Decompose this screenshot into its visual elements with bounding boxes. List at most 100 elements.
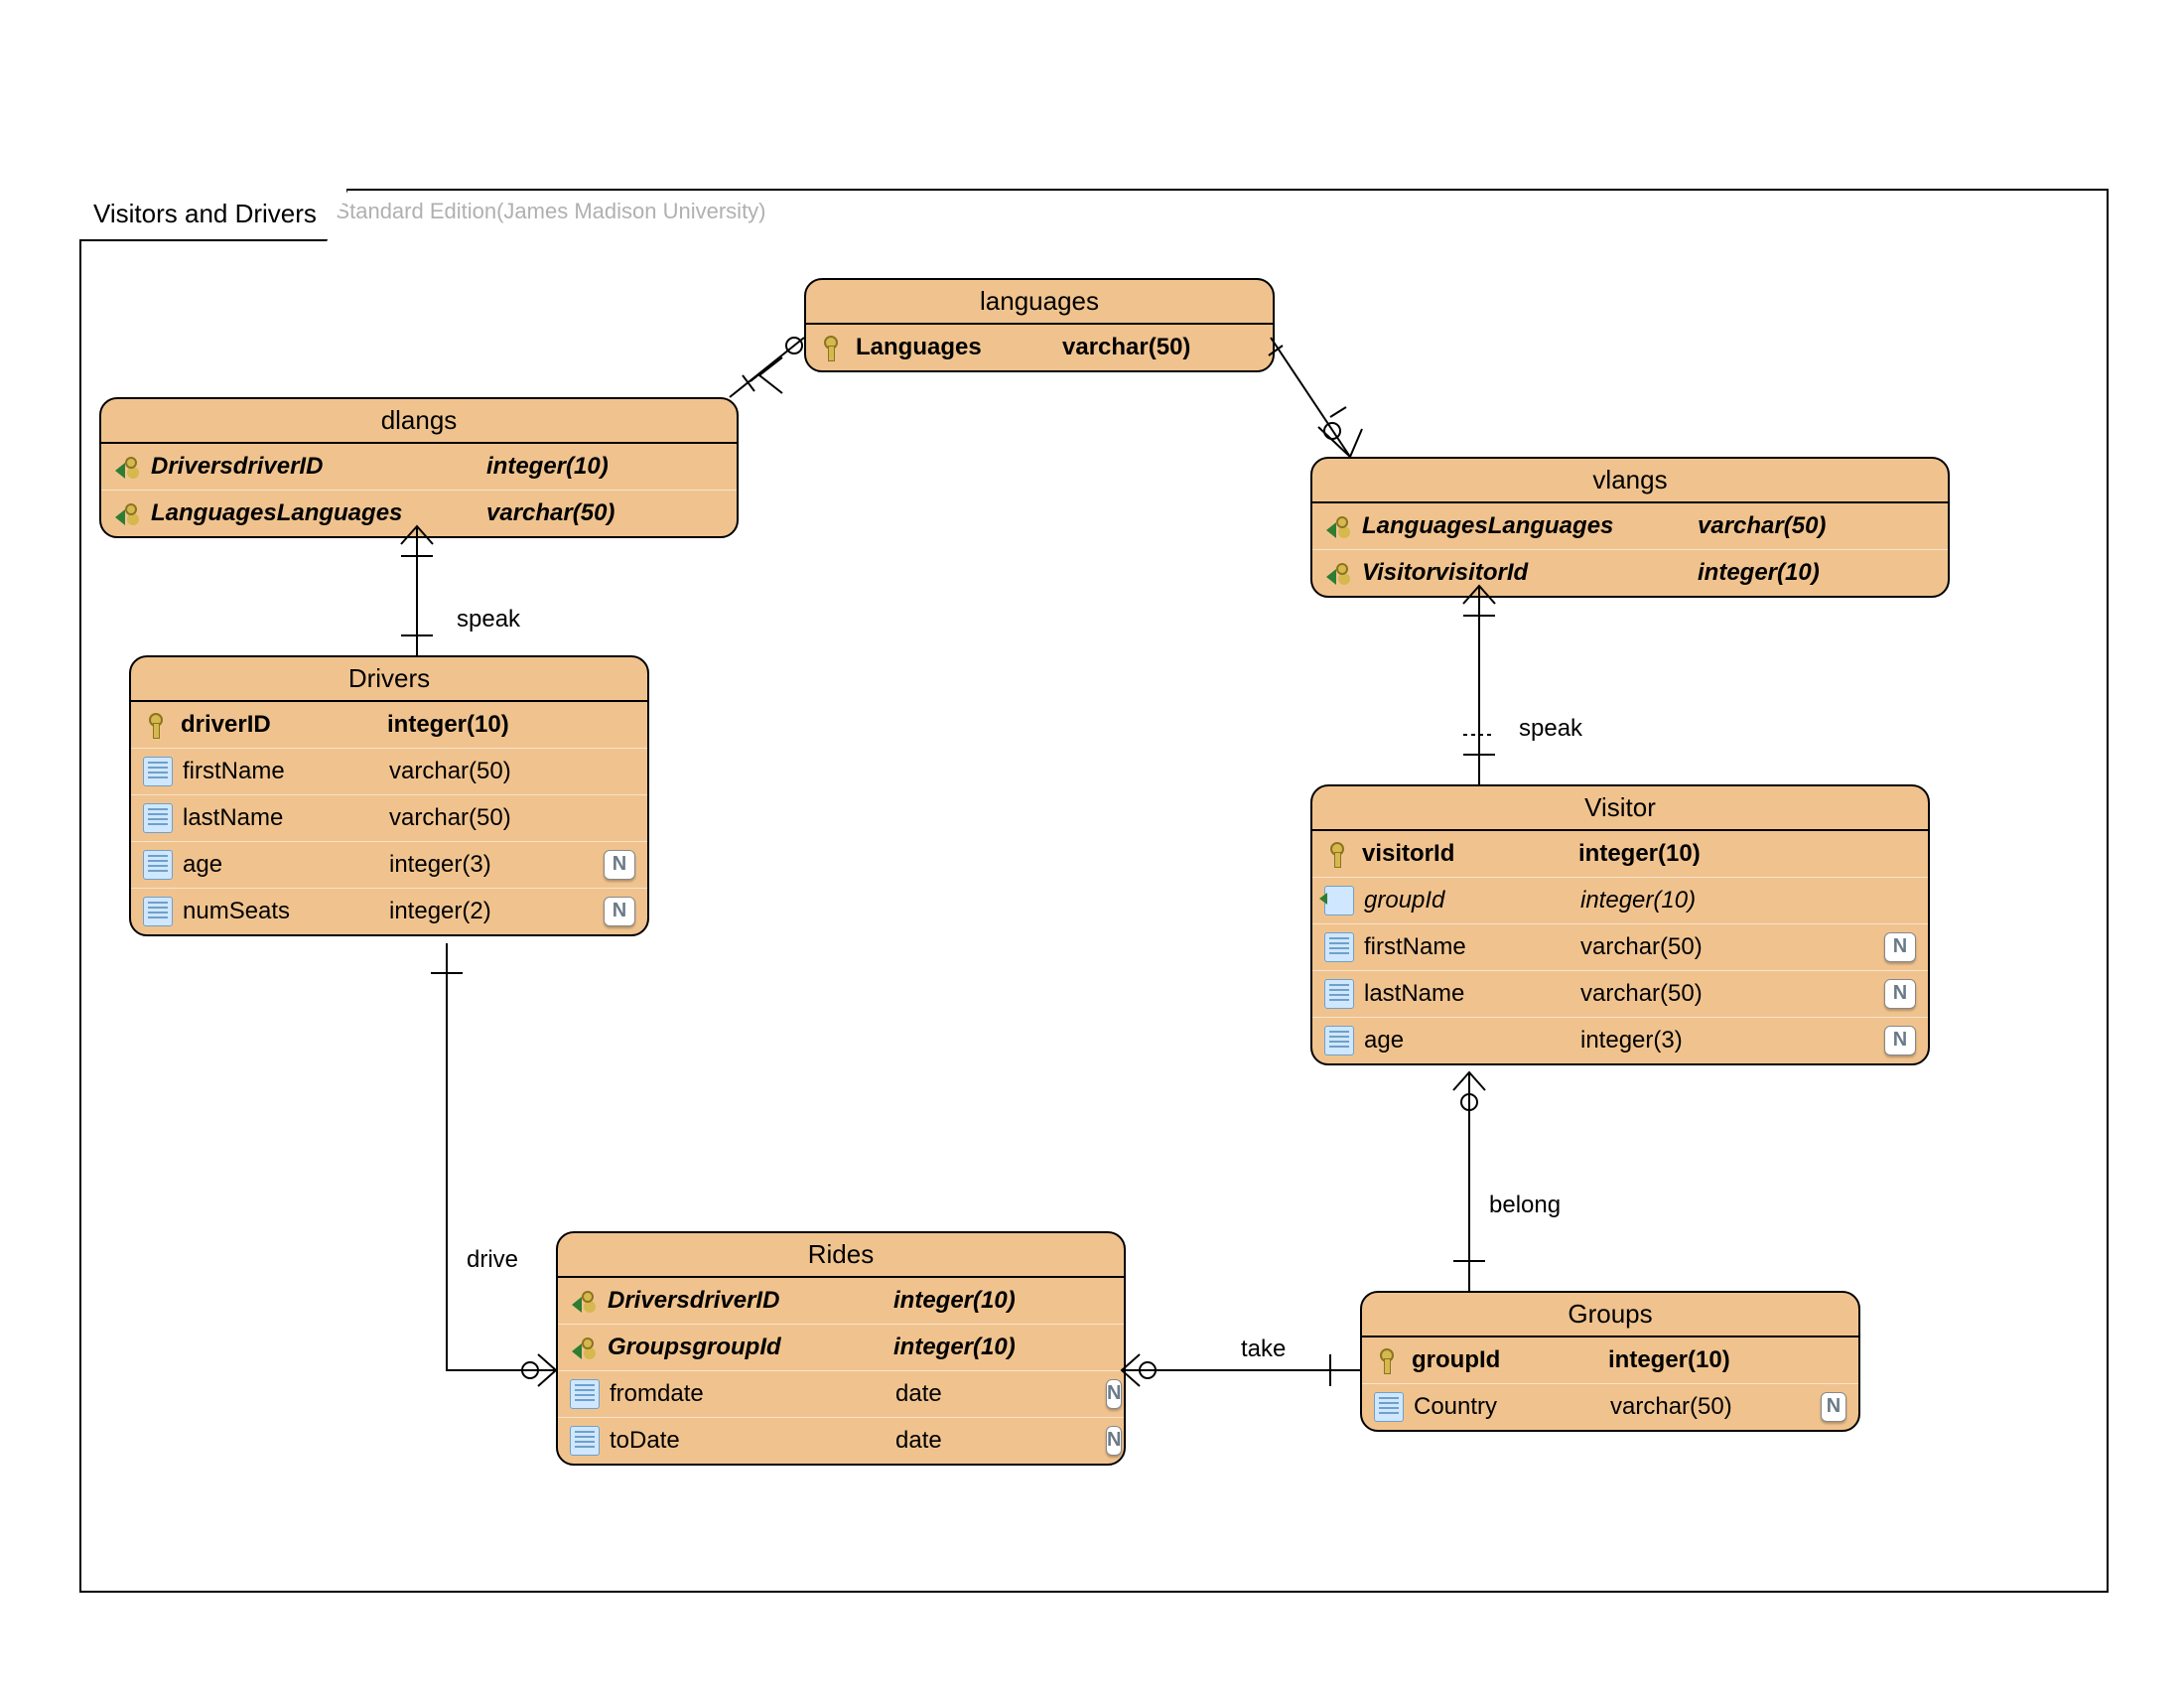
- column-type: integer(10): [387, 711, 598, 739]
- column-type: varchar(50): [1580, 933, 1811, 961]
- column-type: varchar(50): [389, 758, 600, 785]
- column-type: integer(10): [893, 1287, 1104, 1315]
- entity-vlangs[interactable]: vlangs LanguagesLanguagesvarchar(50)Visi…: [1310, 457, 1950, 598]
- rel-label-speak: speak: [457, 606, 520, 633]
- rel-label-belong: belong: [1489, 1192, 1561, 1219]
- column-row[interactable]: ageinteger(3)N: [131, 842, 647, 889]
- column-row[interactable]: Languagesvarchar(50): [806, 325, 1273, 370]
- rel-label-drive: drive: [467, 1246, 518, 1274]
- column-icon: [1324, 979, 1354, 1009]
- column-type: varchar(50): [1580, 980, 1811, 1008]
- column-name: Languages: [856, 334, 1062, 361]
- frame-title: Visitors and Drivers: [79, 189, 348, 241]
- column-type: varchar(50): [486, 499, 697, 527]
- entity-title: Drivers: [131, 657, 647, 702]
- entity-drivers[interactable]: Drivers driverIDinteger(10)firstNamevarc…: [129, 655, 649, 936]
- column-row[interactable]: ageinteger(3)N: [1312, 1018, 1928, 1063]
- column-row[interactable]: Countryvarchar(50)N: [1362, 1384, 1858, 1430]
- rel-label-take: take: [1241, 1336, 1286, 1363]
- foreign-key-icon: [113, 499, 141, 527]
- primary-key-icon: [143, 711, 171, 739]
- column-row[interactable]: visitorIdinteger(10): [1312, 831, 1928, 878]
- entity-title: languages: [806, 280, 1273, 325]
- column-type: varchar(50): [1610, 1393, 1821, 1421]
- column-icon: [143, 850, 173, 880]
- column-name: groupId: [1364, 887, 1580, 914]
- entity-groups[interactable]: Groups groupIdinteger(10)Countryvarchar(…: [1360, 1291, 1860, 1432]
- nullable-badge: N: [1106, 1379, 1122, 1409]
- entity-languages[interactable]: languages Languagesvarchar(50): [804, 278, 1275, 372]
- column-icon: [143, 897, 173, 926]
- column-row[interactable]: groupIdinteger(10): [1362, 1337, 1858, 1384]
- column-type: integer(3): [1580, 1027, 1811, 1055]
- nullable-badge: N: [1884, 979, 1916, 1009]
- column-type: integer(10): [1578, 840, 1809, 868]
- column-name: GroupsgroupId: [608, 1334, 893, 1361]
- column-type: date: [895, 1427, 1106, 1455]
- column-row[interactable]: toDatedateN: [558, 1418, 1124, 1464]
- column-icon: [1324, 932, 1354, 962]
- column-type: date: [895, 1380, 1106, 1408]
- entity-title: dlangs: [101, 399, 737, 444]
- column-type: varchar(50): [1062, 334, 1273, 361]
- column-name: lastName: [183, 804, 389, 832]
- column-name: age: [1364, 1027, 1580, 1055]
- foreign-key-icon: [570, 1287, 598, 1315]
- column-row[interactable]: firstNamevarchar(50) N: [1312, 924, 1928, 971]
- column-name: Country: [1414, 1393, 1610, 1421]
- column-type: integer(2): [389, 898, 600, 925]
- nullable-badge: N: [604, 897, 635, 926]
- column-row[interactable]: driverIDinteger(10): [131, 702, 647, 749]
- column-row[interactable]: DriversdriverIDinteger(10): [558, 1278, 1124, 1325]
- column-row[interactable]: lastNamevarchar(50): [131, 795, 647, 842]
- nullable-badge: N: [1884, 932, 1916, 962]
- primary-key-icon: [818, 334, 846, 361]
- rel-label-speak: speak: [1519, 715, 1582, 743]
- column-name: LanguagesLanguages: [151, 499, 486, 527]
- primary-key-icon: [1324, 840, 1352, 868]
- column-row[interactable]: VisitorvisitorIdinteger(10): [1312, 550, 1948, 596]
- column-type: integer(10): [1608, 1346, 1819, 1374]
- column-row[interactable]: numSeatsinteger(2)N: [131, 889, 647, 934]
- primary-key-icon: [1374, 1346, 1402, 1374]
- nullable-badge: N: [1106, 1426, 1122, 1456]
- entity-visitor[interactable]: Visitor visitorIdinteger(10)groupIdinteg…: [1310, 784, 1930, 1065]
- entity-title: vlangs: [1312, 459, 1948, 503]
- column-icon: [143, 803, 173, 833]
- entity-dlangs[interactable]: dlangs DriversdriverIDinteger(10)Languag…: [99, 397, 739, 538]
- nullable-badge: N: [604, 850, 635, 880]
- column-name: numSeats: [183, 898, 389, 925]
- column-name: age: [183, 851, 389, 879]
- column-icon: [570, 1379, 600, 1409]
- column-row[interactable]: groupIdinteger(10): [1312, 878, 1928, 924]
- column-name: DriversdriverID: [608, 1287, 893, 1315]
- foreign-key-icon: [113, 453, 141, 481]
- column-row[interactable]: GroupsgroupIdinteger(10): [558, 1325, 1124, 1371]
- column-row[interactable]: LanguagesLanguagesvarchar(50): [1312, 503, 1948, 550]
- column-name: groupId: [1412, 1346, 1608, 1374]
- column-row[interactable]: DriversdriverIDinteger(10): [101, 444, 737, 491]
- column-row[interactable]: lastNamevarchar(50)N: [1312, 971, 1928, 1018]
- column-name: firstName: [183, 758, 389, 785]
- nullable-badge: N: [1821, 1392, 1846, 1422]
- column-type: varchar(50): [389, 804, 600, 832]
- column-icon: [1374, 1392, 1404, 1422]
- entity-title: Visitor: [1312, 786, 1928, 831]
- column-type: integer(10): [486, 453, 697, 481]
- column-name: visitorId: [1362, 840, 1578, 868]
- foreign-key-icon: [1324, 559, 1352, 587]
- column-name: toDate: [610, 1427, 895, 1455]
- column-name: firstName: [1364, 933, 1580, 961]
- foreign-key-column-icon: [1324, 886, 1354, 915]
- column-row[interactable]: fromdatedateN: [558, 1371, 1124, 1418]
- foreign-key-icon: [1324, 512, 1352, 540]
- column-row[interactable]: firstNamevarchar(50): [131, 749, 647, 795]
- entity-rides[interactable]: Rides DriversdriverIDinteger(10)Groupsgr…: [556, 1231, 1126, 1466]
- column-row[interactable]: LanguagesLanguagesvarchar(50): [101, 491, 737, 536]
- column-name: LanguagesLanguages: [1362, 512, 1698, 540]
- column-icon: [570, 1426, 600, 1456]
- column-type: varchar(50): [1698, 512, 1908, 540]
- column-name: DriversdriverID: [151, 453, 486, 481]
- column-icon: [1324, 1026, 1354, 1055]
- column-name: VisitorvisitorId: [1362, 559, 1698, 587]
